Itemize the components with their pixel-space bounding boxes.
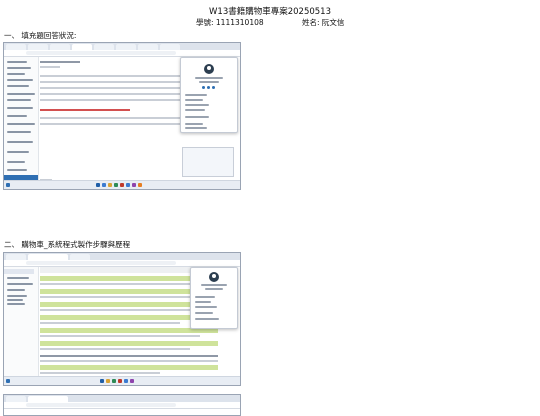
address-bar [4,260,240,267]
section-heading-1: 一、 填充題回答狀況: [4,31,77,40]
chat-sidebar [4,267,39,376]
student-name: 姓名: 阮文信 [302,18,345,27]
window-preview-thumbnail [182,147,234,177]
address-bar [4,402,240,409]
avatar [209,272,219,282]
account-popup [190,267,238,329]
screenshot-quiz-status [3,42,241,190]
browser-tab-bar [4,253,240,260]
section-heading-2: 二、 購物車_系統程式製作步驟與歷程 [4,240,131,249]
taskbar [4,180,240,189]
student-id: 學號: 1111310108 [196,18,264,27]
browser-tab-bar [4,395,240,402]
document-title: W13書籍購物車專案20250513 [209,7,331,17]
screenshot-build-steps-continued [3,394,241,416]
account-popup [180,57,238,133]
taskbar [4,376,240,385]
address-bar [4,50,240,57]
browser-tab-bar [4,43,240,50]
lms-sidebar [4,57,39,180]
screenshot-build-steps [3,252,241,386]
avatar [204,64,214,74]
